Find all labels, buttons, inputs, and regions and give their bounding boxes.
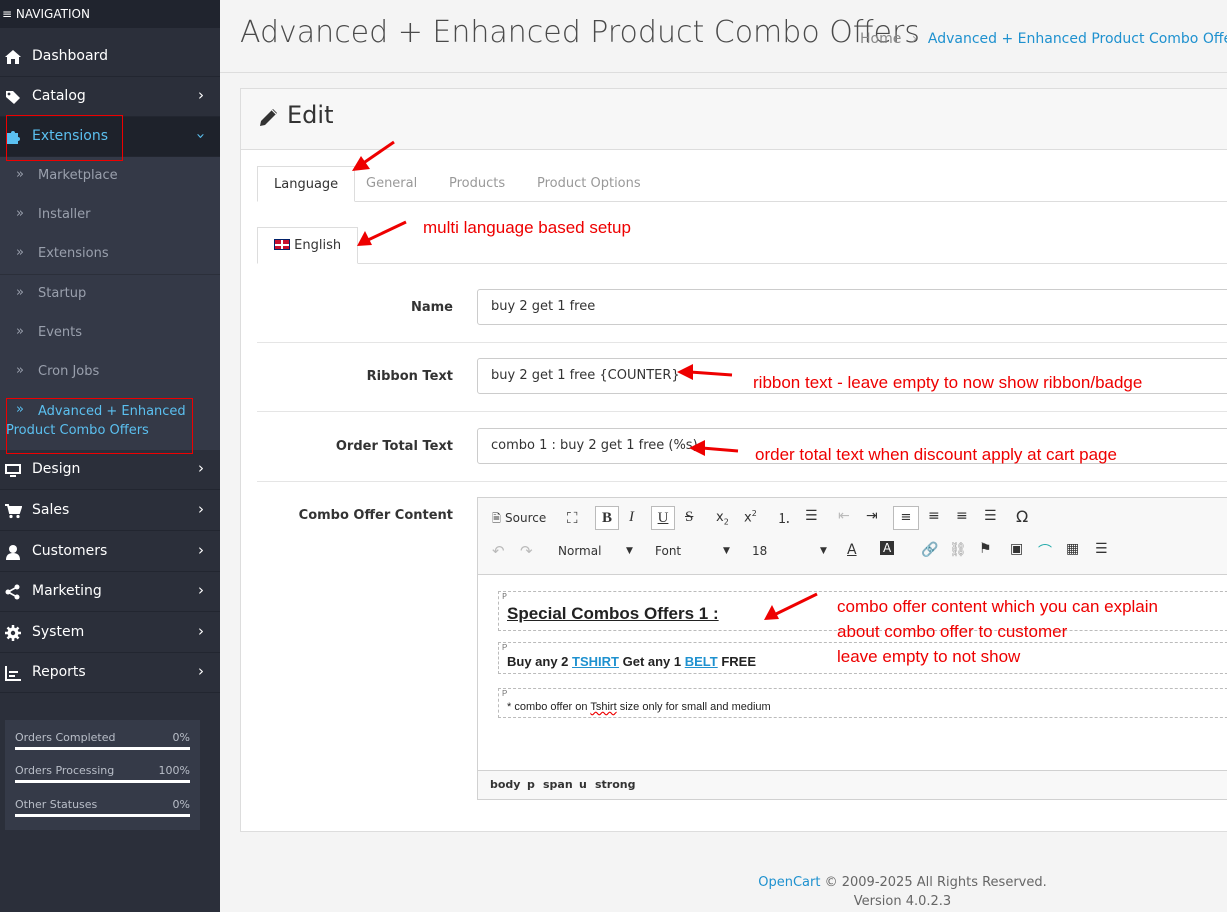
annotation-order-total: order total text when discount apply at … <box>755 445 1117 464</box>
annotation-content-1: combo offer content which you can explai… <box>837 597 1158 616</box>
footer: OpenCart © 2009-2025 All Rights Reserved… <box>720 873 1085 911</box>
annotation-ribbon: ribbon text - leave empty to now show ri… <box>753 373 1143 392</box>
opencart-link[interactable]: OpenCart <box>758 875 820 890</box>
annotation-content-3: leave empty to not show <box>837 647 1021 666</box>
annotation-content-2: about combo offer to customer <box>837 622 1068 641</box>
copyright: OpenCart © 2009-2025 All Rights Reserved… <box>758 875 1047 890</box>
annotation-multi-language: multi language based setup <box>423 218 631 237</box>
version: Version 4.0.2.3 <box>853 894 952 909</box>
